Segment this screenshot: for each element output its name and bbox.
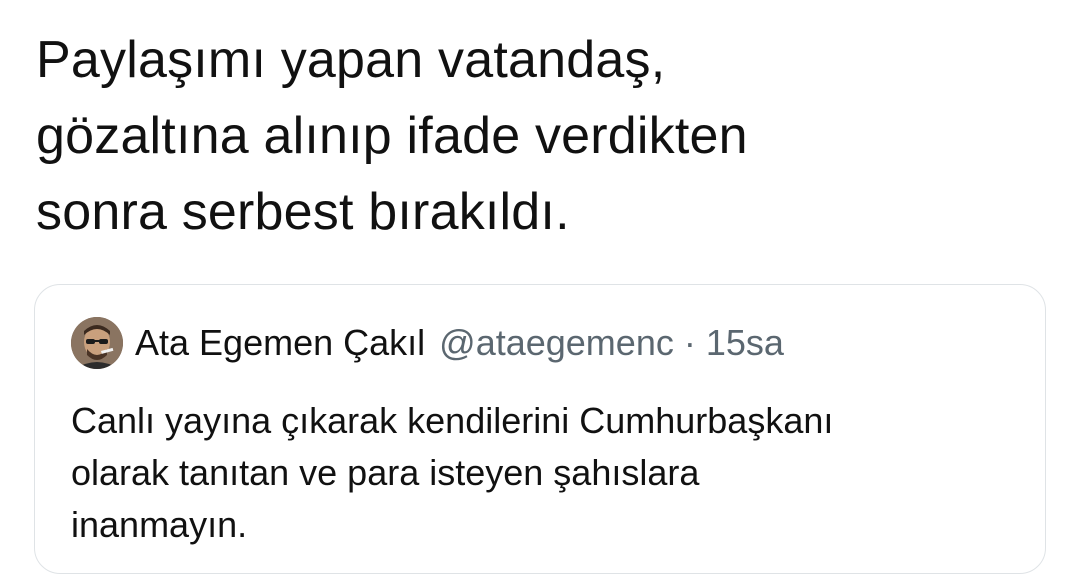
tweet-text: Paylaşımı yapan vatandaş, gözaltına alın… (36, 22, 1036, 250)
quoted-tweet-text-line: inanmayın. (71, 504, 248, 545)
timestamp[interactable]: 15sa (706, 322, 784, 364)
author-name[interactable]: Ata Egemen Çakıl (135, 322, 425, 364)
tweet-text-line: sonra serbest bırakıldı. (36, 183, 570, 241)
tweet-text-line: Paylaşımı yapan vatandaş, (36, 31, 666, 89)
quoted-tweet-header: Ata Egemen Çakıl @ataegemenc · 15sa (71, 313, 784, 373)
separator-dot: · (683, 322, 696, 363)
quoted-tweet-card[interactable]: Ata Egemen Çakıl @ataegemenc · 15sa Canl… (34, 284, 1046, 574)
tweet-text-line: gözaltına alınıp ifade verdikten (36, 107, 748, 165)
quoted-tweet-text-line: Canlı yayına çıkarak kendilerini Cumhurb… (71, 400, 834, 441)
author-handle[interactable]: @ataegemenc (439, 322, 674, 364)
user-avatar-icon[interactable] (71, 317, 123, 369)
quoted-tweet-text-line: olarak tanıtan ve para isteyen şahıslara (71, 452, 700, 493)
quoted-tweet-text: Canlı yayına çıkarak kendilerini Cumhurb… (71, 395, 1011, 551)
